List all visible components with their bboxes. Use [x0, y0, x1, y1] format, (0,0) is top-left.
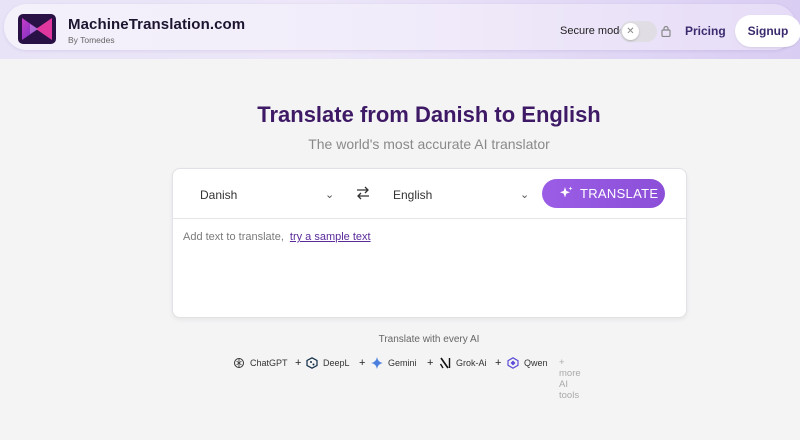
- page-title: Translate from Danish to English: [257, 102, 601, 127]
- translate-button-label: TRANSLATE: [580, 186, 659, 201]
- gemini-icon: [371, 357, 383, 369]
- ai-tool-label: DeepL: [323, 358, 350, 368]
- chevron-down-icon[interactable]: ⌄: [520, 188, 529, 201]
- source-text-input[interactable]: Add text to translate, try a sample text: [183, 231, 371, 243]
- ai-tool-gemini[interactable]: Gemini: [371, 357, 417, 369]
- translate-button[interactable]: TRANSLATE: [542, 179, 665, 208]
- try-sample-link[interactable]: try a sample text: [290, 231, 371, 243]
- ai-tool-label: ChatGPT: [250, 358, 288, 368]
- source-language-select[interactable]: Danish: [200, 188, 237, 202]
- ai-tool-label: Grok-Ai: [456, 358, 487, 368]
- plus-separator: +: [427, 357, 434, 369]
- brand-subtitle: By Tomedes: [68, 35, 115, 45]
- lock-icon: [661, 25, 671, 37]
- ai-tool-qwen[interactable]: Qwen: [507, 357, 548, 369]
- ai-tool-chatgpt[interactable]: ChatGPT: [233, 357, 288, 369]
- ai-tool-grok[interactable]: Grok-Ai: [439, 357, 487, 369]
- close-icon: ✕: [622, 23, 639, 40]
- plus-separator: +: [359, 357, 366, 369]
- qwen-icon: [507, 357, 519, 369]
- placeholder-text: Add text to translate,: [183, 231, 284, 243]
- ai-tool-label: Gemini: [388, 358, 417, 368]
- logo-icon[interactable]: [18, 14, 56, 44]
- sparkle-icon: [560, 186, 573, 198]
- chatgpt-icon: [234, 358, 244, 368]
- chevron-down-icon[interactable]: ⌄: [325, 188, 334, 201]
- signup-button[interactable]: Signup: [735, 15, 800, 47]
- language-bar: Danish ⌄ English ⌄ TRANSLATE: [173, 169, 686, 219]
- target-language-select[interactable]: English: [393, 188, 432, 202]
- pricing-link[interactable]: Pricing: [685, 24, 726, 38]
- secure-mode-label: Secure mode: [560, 25, 626, 37]
- brand-name[interactable]: MachineTranslation.com: [68, 16, 245, 33]
- page-subtitle: The world's most accurate AI translator: [308, 136, 550, 152]
- more-ai-tools-link[interactable]: + more AI tools: [559, 357, 581, 401]
- secure-mode-toggle[interactable]: ✕: [620, 21, 657, 42]
- plus-separator: +: [495, 357, 502, 369]
- ai-tool-deepl[interactable]: DeepL: [306, 357, 350, 369]
- translator-card: Danish ⌄ English ⌄ TRANSLATE Add text to…: [172, 168, 687, 318]
- swap-languages-icon[interactable]: [355, 185, 371, 201]
- grok-icon: [439, 357, 451, 369]
- ai-tools-heading: Translate with every AI: [378, 334, 480, 345]
- plus-separator: +: [295, 357, 302, 369]
- ai-tool-label: Qwen: [524, 358, 548, 368]
- top-navbar: MachineTranslation.com By Tomedes Secure…: [4, 4, 800, 50]
- deepl-icon: [306, 357, 318, 369]
